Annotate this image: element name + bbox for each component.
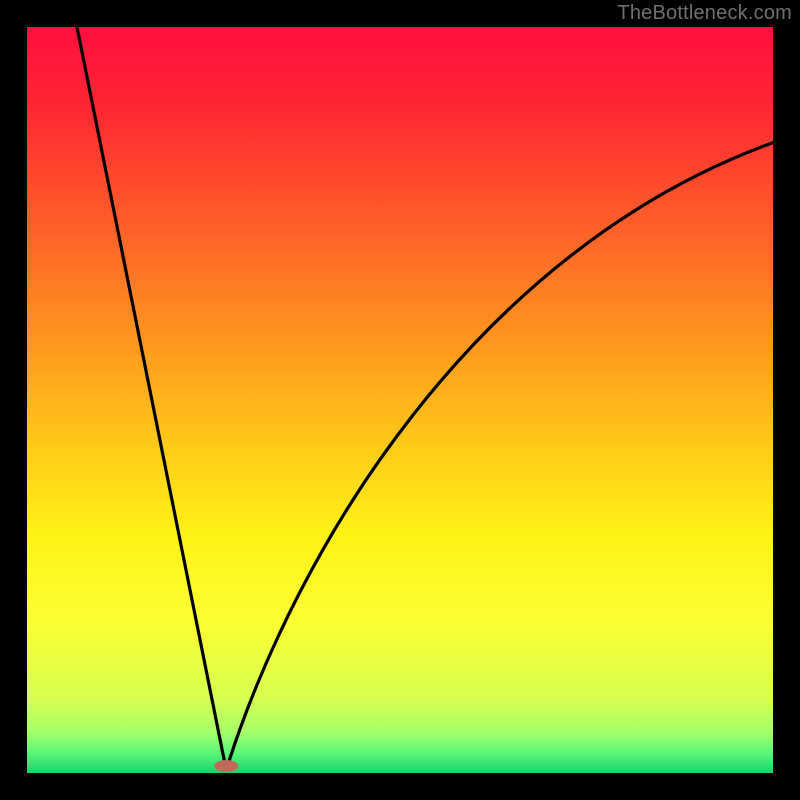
gradient-background [27, 27, 773, 773]
plot-area [27, 27, 773, 773]
optimal-point-marker [214, 760, 238, 772]
plot-svg [27, 27, 773, 773]
chart-frame: TheBottleneck.com [0, 0, 800, 800]
watermark-text: TheBottleneck.com [617, 2, 792, 25]
